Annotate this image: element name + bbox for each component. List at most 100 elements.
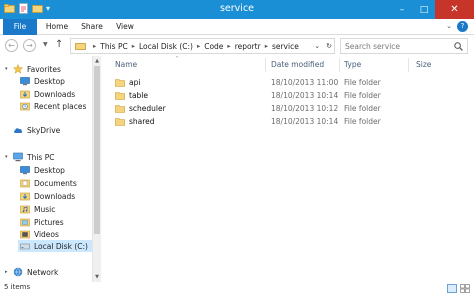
- minimize-button[interactable]: –: [391, 0, 413, 19]
- nav-favorites-label: Favorites: [27, 64, 61, 74]
- breadcrumb-reportr[interactable]: reportr: [235, 42, 261, 51]
- column-header-name[interactable]: Name: [115, 58, 137, 72]
- file-type: File folder: [344, 91, 381, 100]
- breadcrumb-service[interactable]: service: [272, 42, 299, 51]
- nav-this-pc-downloads[interactable]: Downloads: [20, 190, 75, 202]
- nav-network-label: Network: [27, 267, 59, 277]
- file-name-cell[interactable]: table: [115, 89, 148, 102]
- downloads-icon: [20, 90, 30, 99]
- file-name-cell[interactable]: shared: [115, 115, 155, 128]
- search-input[interactable]: [345, 41, 450, 51]
- nav-this-pc-pictures[interactable]: Pictures: [20, 216, 64, 228]
- file-row[interactable]: table 18/10/2013 10:14 ... File folder: [111, 89, 466, 102]
- recent-locations-icon[interactable]: ▼: [43, 41, 48, 48]
- nav-item-label: Desktop: [34, 165, 65, 175]
- nav-favorites-recent-places[interactable]: Recent places: [20, 100, 86, 112]
- nav-this-pc-label: This PC: [27, 152, 55, 162]
- column-divider[interactable]: [339, 58, 340, 72]
- nav-this-pc-local-disk[interactable]: Local Disk (C:): [18, 240, 92, 252]
- navigation-pane-scrollbar[interactable]: ▲ ▼: [92, 56, 101, 282]
- window-controls: – □ ✕: [391, 0, 474, 19]
- pictures-icon: [20, 218, 30, 227]
- ribbon-tabs: File Home Share View ⌄ ?: [0, 19, 474, 35]
- column-divider[interactable]: [408, 58, 409, 72]
- nav-item-label: Recent places: [34, 101, 87, 111]
- file-row[interactable]: scheduler 18/10/2013 10:12 ... File fold…: [111, 102, 466, 115]
- address-actions: ⌄ ↻: [311, 39, 332, 53]
- expand-ribbon-icon[interactable]: ⌄: [446, 22, 452, 30]
- address-bar[interactable]: ▸ This PC ▸ Local Disk (C:) ▸ Code ▸ rep…: [70, 38, 335, 54]
- documents-icon: [20, 179, 30, 188]
- recent-places-icon: [20, 102, 30, 111]
- breadcrumb-local-disk[interactable]: Local Disk (C:): [139, 42, 193, 51]
- search-icon[interactable]: [454, 42, 463, 51]
- cloud-icon: [14, 128, 23, 133]
- file-date: 18/10/2013 10:14 ...: [271, 117, 339, 126]
- nav-item-label: Local Disk (C:): [34, 241, 88, 251]
- up-arrow-icon[interactable]: ↑: [55, 39, 63, 50]
- status-bar: 5 items: [0, 282, 474, 295]
- nav-favorites-downloads[interactable]: Downloads: [20, 88, 75, 100]
- expand-caret-icon[interactable]: ▾: [5, 154, 13, 160]
- breadcrumb-this-pc[interactable]: This PC: [100, 42, 127, 51]
- nav-this-pc-videos[interactable]: Videos: [20, 228, 59, 240]
- file-row[interactable]: shared 18/10/2013 10:14 ... File folder: [111, 115, 466, 128]
- file-name-cell[interactable]: scheduler: [115, 102, 166, 115]
- column-divider[interactable]: [265, 58, 266, 72]
- chevron-right-icon[interactable]: ▸: [265, 42, 268, 50]
- navigation-bar: ← → ▼ ↑ ▸ This PC ▸ Local Disk (C:) ▸ Co…: [0, 35, 474, 56]
- nav-this-pc-documents[interactable]: Documents: [20, 177, 77, 189]
- file-list: Name ^ Date modified Type Size api 18/10…: [103, 56, 474, 282]
- network-icon: [13, 267, 23, 277]
- file-name-cell[interactable]: api: [115, 76, 140, 89]
- chevron-right-icon[interactable]: ▸: [227, 42, 230, 50]
- tab-share[interactable]: Share: [77, 19, 107, 35]
- large-icons-view-icon[interactable]: [460, 284, 470, 293]
- file-name: table: [129, 91, 148, 100]
- maximize-button[interactable]: □: [413, 0, 435, 19]
- nav-this-pc-music[interactable]: Music: [20, 203, 55, 215]
- chevron-right-icon[interactable]: ▸: [197, 42, 200, 50]
- nav-network[interactable]: ▸ Network: [5, 266, 58, 278]
- nav-favorites[interactable]: ▾ Favorites: [5, 63, 61, 75]
- tab-home[interactable]: Home: [40, 19, 74, 35]
- scroll-up-icon[interactable]: ▲: [93, 57, 101, 65]
- folder-icon: [75, 43, 86, 50]
- breadcrumb-code[interactable]: Code: [204, 42, 223, 51]
- item-count: 5 items: [4, 283, 31, 291]
- chevron-right-icon: ▸: [93, 42, 97, 50]
- nav-skydrive[interactable]: SkyDrive: [5, 124, 60, 136]
- nav-item-label: Videos: [34, 229, 59, 239]
- nav-favorites-desktop[interactable]: Desktop: [20, 75, 65, 87]
- nav-item-label: Music: [34, 204, 56, 214]
- details-view-icon[interactable]: [447, 284, 457, 293]
- sort-caret-icon: ^: [175, 56, 180, 62]
- tab-file[interactable]: File: [3, 19, 37, 35]
- hard-drive-icon: [20, 243, 30, 250]
- close-button[interactable]: ✕: [435, 0, 474, 19]
- chevron-right-icon[interactable]: ▸: [132, 42, 135, 50]
- file-row[interactable]: api 18/10/2013 11:00 ... File folder: [111, 76, 466, 89]
- scroll-down-icon[interactable]: ▼: [93, 273, 101, 281]
- scrollbar-thumb[interactable]: [94, 66, 100, 234]
- file-type: File folder: [344, 104, 381, 113]
- music-icon: [20, 205, 30, 214]
- forward-button[interactable]: →: [23, 39, 36, 52]
- help-icon[interactable]: ?: [457, 21, 468, 32]
- folder-icon: [115, 92, 125, 100]
- column-header-type[interactable]: Type: [344, 58, 361, 72]
- chevron-down-icon[interactable]: ⌄: [314, 42, 320, 50]
- nav-item-label: Downloads: [34, 89, 76, 99]
- folder-icon: [115, 79, 125, 87]
- back-button[interactable]: ←: [5, 39, 18, 52]
- nav-this-pc[interactable]: ▾ This PC: [5, 151, 54, 163]
- search-box[interactable]: [340, 38, 468, 54]
- expand-caret-icon[interactable]: ▸: [5, 269, 13, 275]
- nav-this-pc-desktop[interactable]: Desktop: [20, 164, 65, 176]
- tab-view[interactable]: View: [110, 19, 140, 35]
- refresh-icon[interactable]: ↻: [326, 42, 332, 50]
- column-header-date-modified[interactable]: Date modified: [271, 58, 324, 72]
- expand-caret-icon[interactable]: ▾: [5, 66, 13, 72]
- nav-item-label: Downloads: [34, 191, 76, 201]
- column-header-size[interactable]: Size: [416, 58, 431, 72]
